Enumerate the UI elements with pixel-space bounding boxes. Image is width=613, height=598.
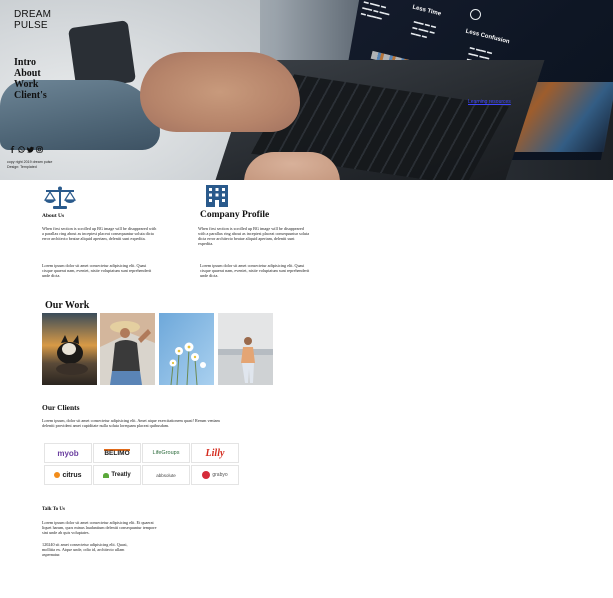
client-logo-text: grabyo xyxy=(212,472,228,478)
client-logos-grid: myob BELIMO LifeGroups Lilly citrus Trea… xyxy=(44,443,239,485)
brand-logo[interactable]: DREAM PULSE xyxy=(14,9,51,31)
client-logo-text: myob xyxy=(57,448,79,458)
social-links xyxy=(9,146,43,153)
brand-line-1: DREAM xyxy=(14,9,52,20)
our-clients-title: Our Clients xyxy=(42,403,80,412)
about-paragraph-2: Lorem ipsum dolor sit amet consectetur a… xyxy=(42,263,152,278)
talk-to-us-title: Talk To Us xyxy=(42,507,65,512)
building-icon xyxy=(205,184,229,208)
talk-paragraph-2: 120240 sit amet consectetur adipisicing … xyxy=(42,542,128,557)
work-photo-flowers[interactable] xyxy=(159,313,214,385)
facebook-icon[interactable] xyxy=(9,146,16,153)
citrus-mark-icon xyxy=(54,472,61,478)
client-logo-myob[interactable]: myob xyxy=(44,443,92,463)
client-logo-text: LifeGroups xyxy=(152,450,180,456)
grabyo-mark-icon xyxy=(202,471,211,479)
hero-hand-image xyxy=(244,152,340,180)
copyright-line-2: Design: Templated xyxy=(7,164,37,169)
about-paragraph-1: When first section is scrolled up BG ima… xyxy=(42,226,157,241)
client-logo-abbsolute[interactable]: abbsolute xyxy=(142,465,190,485)
hero-screen-link[interactable]: Learning resources xyxy=(468,99,511,105)
clients-paragraph: Lorem ipsum, dolor sit amet consectetur … xyxy=(42,418,220,428)
client-logo-lifegroups[interactable]: LifeGroups xyxy=(142,443,190,463)
work-photo-woman-sunhat[interactable] xyxy=(100,313,155,385)
talk-paragraph-1: Lorem ipsum dolor sit amet consectetur a… xyxy=(42,520,157,535)
about-title: About Us xyxy=(42,213,65,219)
client-logo-lilly[interactable]: Lilly xyxy=(191,443,239,463)
client-logo-text: citrus xyxy=(62,471,82,479)
whatsapp-icon[interactable] xyxy=(18,146,25,153)
scales-icon xyxy=(43,186,77,210)
company-profile-title: Company Profile xyxy=(200,210,270,220)
work-photo-woman-rooftop[interactable] xyxy=(218,313,273,385)
company-paragraph-1: When first section is scrolled up BG ima… xyxy=(198,226,310,246)
client-logo-citrus[interactable]: citrus xyxy=(44,465,92,485)
main-nav: Intro About Work Client's xyxy=(14,57,47,101)
client-logo-text: BELIMO xyxy=(104,449,130,457)
treatly-mark-icon xyxy=(103,472,110,478)
nav-item-clients[interactable]: Client's xyxy=(14,90,47,101)
nav-item-work[interactable]: Work xyxy=(14,79,47,90)
client-logo-belimo[interactable]: BELIMO xyxy=(93,443,141,463)
hero-hand-image xyxy=(140,52,300,132)
client-logo-grabyo[interactable]: grabyo xyxy=(191,465,239,485)
hero-banner: Less Time Less Confusion ▬ ▬▬ ▬ ▬▬ ▬ ▬▬ ▬ … xyxy=(0,0,613,180)
instagram-icon[interactable] xyxy=(36,146,43,153)
client-logo-treatly[interactable]: Treatly xyxy=(93,465,141,485)
nav-item-intro[interactable]: Intro xyxy=(14,57,47,68)
client-logo-text: abbsolute xyxy=(156,472,176,478)
brand-line-2: PULSE xyxy=(14,20,48,31)
company-paragraph-2: Lorem ipsum dolor sit amet consectetur a… xyxy=(200,263,310,278)
client-logo-text: Lilly xyxy=(205,447,225,459)
our-work-title: Our Work xyxy=(45,300,90,311)
client-logo-text: Treatly xyxy=(111,472,131,478)
nav-item-about[interactable]: About xyxy=(14,68,47,79)
hero-screen-circle-icon xyxy=(470,9,481,20)
copyright-text: copy right 2019 dream pulse Design: Temp… xyxy=(7,160,77,169)
work-photo-dog[interactable] xyxy=(42,313,97,385)
twitter-icon[interactable] xyxy=(27,146,34,153)
